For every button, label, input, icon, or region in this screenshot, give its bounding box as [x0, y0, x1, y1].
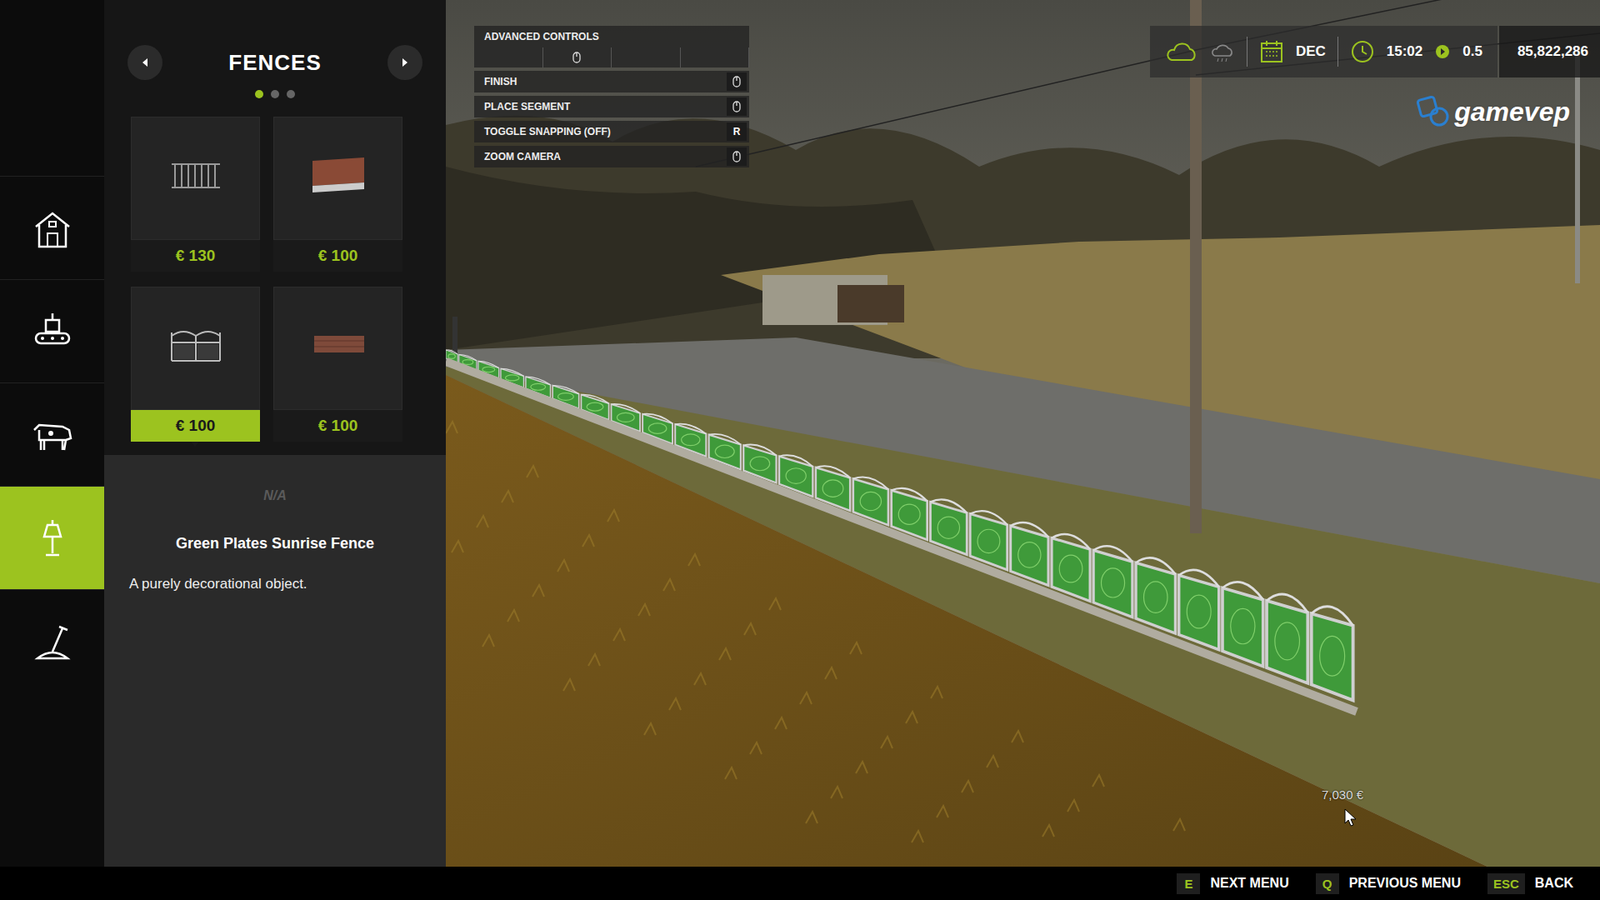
lamp-icon — [29, 515, 76, 562]
hud: DEC 15:02 0.5 85,822,286 — [1150, 25, 1600, 78]
time: 15:02 — [1386, 43, 1423, 60]
item-name: Green Plates Sunrise Fence — [129, 535, 421, 553]
page-dot[interactable] — [286, 90, 295, 99]
action-label: PREVIOUS MENU — [1349, 875, 1461, 891]
control-label: ZOOM CAMERA — [474, 150, 727, 163]
month: DEC — [1295, 43, 1326, 60]
control-label: FINISH — [474, 75, 727, 88]
control-key — [726, 147, 747, 166]
item-status: N/A — [129, 488, 421, 504]
cost-tooltip: 7,030 € — [1321, 787, 1364, 802]
construction-panel: FENCES € 130 € 100 € 100 € 100 N/A Green Pl… — [104, 0, 446, 867]
item-preview — [273, 286, 403, 410]
category-tab[interactable] — [0, 175, 105, 280]
control-label: TOGGLE SNAPPING (OFF) — [474, 125, 727, 138]
control-label: PLACE SEGMENT — [474, 100, 727, 113]
mouse-icon — [730, 75, 743, 88]
fence-item[interactable]: € 100 — [273, 116, 403, 272]
footer-bar: E NEXT MENU Q PREVIOUS MENU ESC BACK — [0, 866, 1600, 900]
category-tab[interactable] — [0, 382, 105, 486]
item-description: N/A Green Plates Sunrise Fence A purely … — [104, 455, 446, 867]
item-price: € 100 — [130, 410, 260, 442]
item-grid: € 130 € 100 € 100 € 100 — [130, 113, 403, 455]
control-key: R — [726, 122, 747, 141]
time-speed-icon — [1434, 43, 1451, 60]
footer-action[interactable]: Q PREVIOUS MENU — [1315, 873, 1473, 895]
mouse-icon — [730, 100, 743, 113]
control-row: PLACE SEGMENT — [474, 95, 750, 118]
cloud-icon — [1165, 40, 1199, 64]
cow-icon — [29, 411, 76, 459]
item-preview — [130, 286, 260, 410]
arrow-left-icon — [140, 57, 150, 68]
fence-icon — [166, 154, 225, 203]
item-price: € 100 — [273, 410, 403, 442]
previous-page-button[interactable] — [127, 45, 163, 80]
action-label: BACK — [1535, 875, 1574, 891]
control-key — [726, 72, 747, 91]
category-tab[interactable] — [0, 589, 105, 693]
page-dot[interactable] — [270, 90, 280, 99]
mouse-icon — [570, 51, 583, 64]
mouse-cell — [543, 47, 613, 68]
action-label: NEXT MENU — [1210, 875, 1289, 891]
rain-cloud-icon — [1210, 40, 1235, 63]
mouse-cell — [474, 47, 544, 68]
key-badge: Q — [1315, 873, 1340, 895]
watermark-text: gamevep — [1454, 96, 1570, 128]
arrow-right-icon — [400, 57, 410, 68]
calendar-icon — [1259, 39, 1285, 65]
key-badge: ESC — [1487, 873, 1525, 895]
logo-icon — [1415, 95, 1451, 129]
key-badge: E — [1176, 873, 1200, 895]
panel-title: FENCES — [228, 50, 321, 76]
mouse-icon — [730, 150, 743, 163]
item-price: € 100 — [273, 240, 403, 272]
item-price: € 130 — [130, 240, 260, 272]
time-speed: 0.5 — [1462, 43, 1483, 60]
page-dot[interactable] — [255, 90, 264, 99]
game-viewport[interactable]: ADVANCED CONTROLS FINISH PLACE SEGMENT TOGG… — [445, 0, 1600, 867]
control-row: FINISH — [474, 70, 750, 93]
control-key — [726, 97, 747, 116]
mouse-cell — [611, 47, 681, 68]
hud-divider — [1246, 36, 1248, 67]
item-preview — [273, 116, 403, 240]
fence-icon — [166, 324, 225, 373]
clock-icon — [1350, 39, 1375, 65]
hud-divider — [1337, 36, 1339, 67]
mouse-cell — [680, 47, 750, 68]
item-text: A purely decorational object. — [129, 575, 421, 593]
production-icon — [29, 308, 76, 355]
fence-icon — [309, 154, 368, 203]
category-tab[interactable] — [0, 279, 105, 383]
footer-action[interactable]: E NEXT MENU — [1176, 873, 1300, 895]
shovel-icon — [29, 618, 76, 665]
watermark: gamevep — [1415, 95, 1570, 129]
mouse-buttons — [474, 47, 750, 68]
next-page-button[interactable] — [387, 45, 423, 80]
fence-item[interactable]: € 100 — [130, 286, 260, 442]
fence-item[interactable]: € 100 — [273, 286, 403, 442]
category-sidebar — [0, 0, 105, 867]
money: 85,822,286 — [1499, 25, 1600, 78]
category-tab[interactable] — [0, 485, 105, 590]
cursor-icon — [1344, 808, 1358, 827]
fence-item[interactable]: € 130 — [130, 116, 260, 272]
control-row: ZOOM CAMERA — [474, 145, 750, 168]
page-dots — [104, 80, 446, 114]
control-row: TOGGLE SNAPPING (OFF)R — [474, 120, 750, 143]
controls-title: ADVANCED CONTROLS — [474, 30, 750, 43]
footer-action[interactable]: ESC BACK — [1487, 873, 1585, 895]
advanced-controls: ADVANCED CONTROLS FINISH PLACE SEGMENT TOGG… — [474, 25, 750, 168]
barn-icon — [29, 205, 76, 252]
controls-header: ADVANCED CONTROLS — [474, 25, 750, 48]
fence-icon — [309, 324, 368, 373]
item-preview — [130, 116, 260, 240]
